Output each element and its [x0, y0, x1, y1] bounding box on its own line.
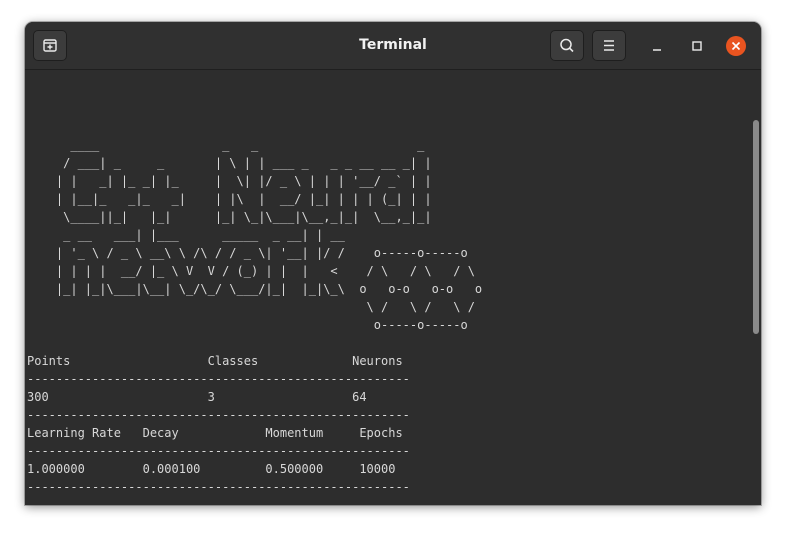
- banner-line: / ___| _ _ | \ | | ___ _ _ _ __ __ _| |: [27, 156, 432, 170]
- banner-line: |_| |_|\___|\__| \_/\_/ \___/|_| |_|\_\ …: [27, 282, 483, 296]
- title-bar: Terminal: [25, 22, 761, 70]
- banner-line: _ __ ___| |___ _____ _ __| | __: [27, 228, 345, 242]
- banner-line: \ / \ / \ /: [27, 300, 475, 314]
- table-line: 1.000000 0.000100 0.500000 10000: [27, 462, 396, 476]
- table-line: ----------------------------------------…: [27, 372, 410, 386]
- terminal-output-area[interactable]: ____ _ _ _ / ___| _ _ | \ | | ___ _ _ _ …: [25, 70, 761, 505]
- new-tab-icon: [43, 39, 57, 52]
- banner-line: [27, 82, 482, 100]
- scrollbar[interactable]: [753, 120, 759, 334]
- search-icon: [560, 38, 574, 53]
- hamburger-menu-icon: [604, 40, 614, 51]
- banner-line: [27, 118, 482, 136]
- banner-line: [27, 100, 482, 118]
- banner-line: | '_ \ / _ \ __\ \ /\ / / _ \| '__| |/ /…: [27, 246, 468, 260]
- banner-line: | | _| |_ _| |_ | \| |/ _ \ | | | '__/ _…: [27, 174, 432, 188]
- minimize-icon: [653, 49, 661, 51]
- banner-line: o-----o-----o: [27, 318, 468, 332]
- minimize-button[interactable]: [647, 36, 667, 56]
- close-button[interactable]: [726, 36, 746, 56]
- table-line: ----------------------------------------…: [27, 408, 410, 422]
- table-line: 300 3 64: [27, 390, 367, 404]
- close-icon: [731, 41, 741, 51]
- maximize-button[interactable]: [687, 36, 707, 56]
- table-line: ----------------------------------------…: [27, 498, 410, 505]
- banner-line: | |__|_ _|_ _| | |\ | __/ |_| | | | (_| …: [27, 192, 432, 206]
- banner-line: ____ _ _ _: [27, 138, 432, 152]
- menu-button[interactable]: [592, 30, 626, 61]
- table-line: Learning Rate Decay Momentum Epochs: [27, 426, 403, 440]
- table-line: Points Classes Neurons: [27, 354, 403, 368]
- maximize-icon: [692, 41, 702, 51]
- terminal-output: ____ _ _ _ / ___| _ _ | \ | | ___ _ _ _ …: [27, 82, 482, 505]
- terminal-window: Terminal ____ _ _ _ / ___| _ _ | \ | | _…: [25, 22, 761, 505]
- banner-line: \____||_| |_| |_| \_|\___|\__,_|_| \__,_…: [27, 210, 432, 224]
- table-line: ----------------------------------------…: [27, 480, 410, 494]
- search-button[interactable]: [550, 30, 584, 61]
- table-line: ----------------------------------------…: [27, 444, 410, 458]
- banner-line: | | | | __/ |_ \ V V / (_) | | | < / \ /…: [27, 264, 475, 278]
- new-tab-button[interactable]: [33, 30, 67, 61]
